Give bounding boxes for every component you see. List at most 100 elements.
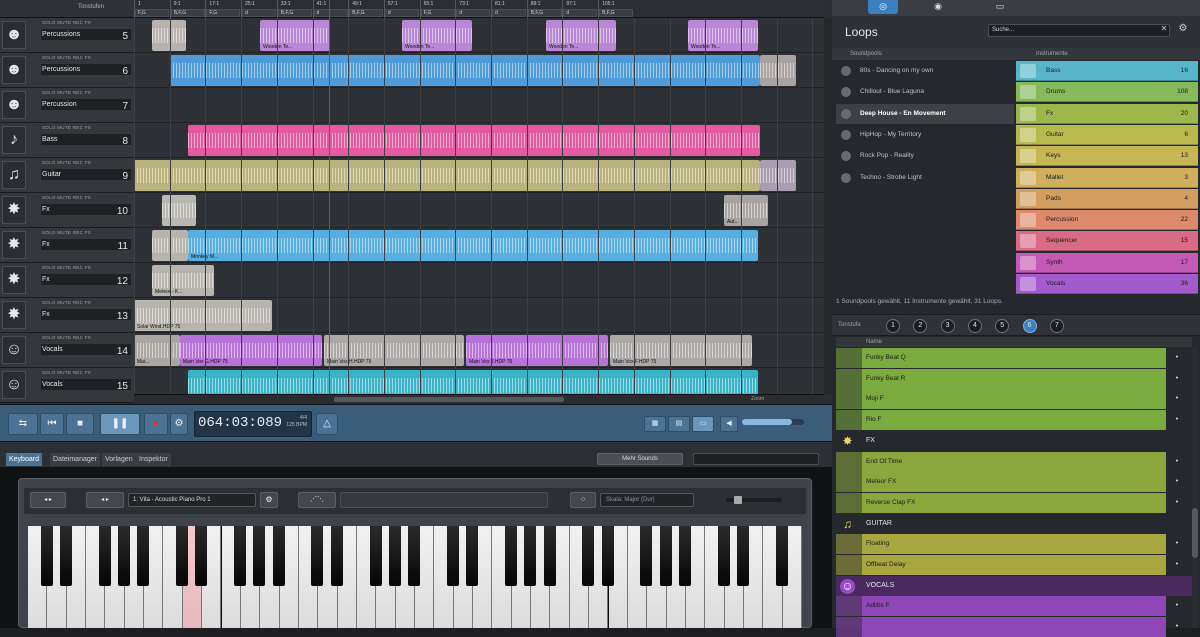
more-sounds-button[interactable]: Mehr Sounds bbox=[597, 453, 683, 465]
velocity-thumb[interactable] bbox=[734, 496, 742, 504]
ruler-bar[interactable]: 33:1 B,F,G bbox=[276, 0, 313, 18]
audio-clip[interactable] bbox=[162, 195, 196, 226]
track-controls[interactable]: SOLO MUTE REC FX bbox=[42, 300, 91, 305]
track-header[interactable]: ✸ SOLO MUTE REC FX Fx 13 bbox=[0, 298, 134, 333]
track-controls[interactable]: SOLO MUTE REC FX bbox=[42, 335, 91, 340]
name-column-header[interactable]: Name bbox=[836, 337, 1192, 347]
chord-label[interactable]: F,G bbox=[420, 9, 455, 17]
loop-dot-icon[interactable]: • bbox=[1170, 555, 1184, 575]
track-lane[interactable] bbox=[134, 88, 824, 123]
track-lane[interactable]: Meteor - K... bbox=[134, 263, 824, 298]
audio-clip[interactable]: Mai... bbox=[134, 335, 180, 366]
black-key[interactable] bbox=[408, 526, 421, 586]
arp-settings[interactable] bbox=[340, 492, 548, 508]
audio-clip[interactable]: Main Vox F.HDP 75 bbox=[610, 335, 752, 366]
loop-list-scrollbar[interactable] bbox=[1192, 348, 1198, 628]
loop-item[interactable]: Floating bbox=[862, 534, 1166, 555]
chord-label[interactable]: B,F,G bbox=[349, 9, 384, 17]
audio-clip[interactable] bbox=[188, 125, 760, 156]
soundpool-item[interactable]: 80s - Dancing on my own bbox=[836, 61, 1014, 81]
face-icon[interactable]: ☻ bbox=[2, 91, 26, 119]
horizontal-scrollbar[interactable]: Zoom bbox=[134, 394, 824, 404]
scroll-thumb[interactable] bbox=[1192, 508, 1198, 558]
loop-item[interactable]: Adlibs F bbox=[862, 596, 1166, 617]
loops-tab[interactable]: ◎ bbox=[868, 0, 898, 14]
loop-dot-icon[interactable]: • bbox=[1170, 596, 1184, 616]
loop-item[interactable]: Rio F bbox=[862, 410, 1166, 431]
tonstufe-button-6[interactable]: 6 bbox=[1022, 319, 1037, 333]
track-controls[interactable]: SOLO MUTE REC FX bbox=[42, 370, 91, 375]
audio-clip[interactable]: Aut... bbox=[724, 195, 768, 226]
scroll-thumb[interactable] bbox=[334, 397, 564, 402]
black-key[interactable] bbox=[679, 526, 692, 586]
chord-label[interactable]: d bbox=[456, 9, 491, 17]
chord-label[interactable]: F,G bbox=[135, 9, 169, 17]
loop-dot-icon[interactable]: • bbox=[1170, 472, 1184, 492]
audio-clip[interactable] bbox=[760, 55, 796, 86]
record-options-button[interactable]: ⚙ bbox=[170, 413, 188, 435]
instrument-mallet[interactable]: Mallet 3 bbox=[1016, 167, 1198, 188]
loop-dot-icon[interactable]: • bbox=[1170, 617, 1184, 637]
loop-dot-icon[interactable]: • bbox=[1170, 389, 1184, 409]
black-key[interactable] bbox=[737, 526, 750, 586]
audio-clip[interactable]: Wooden Te... bbox=[688, 20, 758, 51]
track-header[interactable]: ☻ SOLO MUTE REC FX Percussions 5 bbox=[0, 18, 134, 53]
instrument-fx[interactable]: Fx 20 bbox=[1016, 103, 1198, 124]
bass-guitar-icon[interactable]: ♪ bbox=[2, 126, 26, 154]
track-controls[interactable]: SOLO MUTE REC FX bbox=[42, 90, 91, 95]
audio-clip[interactable]: Wooden Te... bbox=[402, 20, 472, 51]
instrument-keys[interactable]: Keys 13 bbox=[1016, 146, 1198, 167]
track-lane[interactable] bbox=[134, 158, 824, 193]
loop-dot-icon[interactable]: • bbox=[1170, 452, 1184, 472]
loop-dot-icon[interactable]: • bbox=[1170, 534, 1184, 554]
loop-dot-icon[interactable]: • bbox=[1170, 493, 1184, 513]
ruler-bar[interactable]: 65:1 F,G bbox=[419, 0, 456, 18]
playhead[interactable] bbox=[329, 0, 330, 394]
loop-dot-icon[interactable]: • bbox=[1170, 348, 1184, 368]
track-lane[interactable]: Wooden Te... Wooden Te... Wooden Te... Wood… bbox=[134, 18, 824, 53]
track-controls[interactable]: SOLO MUTE REC FX bbox=[42, 230, 91, 235]
ruler-bar[interactable]: 9:1 B,F,G bbox=[169, 0, 206, 18]
track-controls[interactable]: SOLO MUTE REC FX bbox=[42, 55, 91, 60]
vertical-scrollbar[interactable] bbox=[824, 18, 832, 394]
view-grid-button[interactable]: ▦ bbox=[644, 416, 666, 432]
tonstufe-button-3[interactable]: 3 bbox=[940, 319, 955, 333]
chord-label[interactable]: B,F,G bbox=[170, 9, 205, 17]
black-key[interactable] bbox=[659, 526, 672, 586]
tonstufe-button-1[interactable]: 1 bbox=[886, 319, 900, 333]
loop-dot-icon[interactable]: • bbox=[1170, 369, 1184, 389]
black-key[interactable] bbox=[195, 526, 208, 586]
stop-button[interactable]: ■ bbox=[66, 413, 94, 435]
preset-nav-buttons[interactable]: ◂ ▸ bbox=[86, 492, 124, 508]
preset-select[interactable]: 1: Vita - Acoustic Piano Pro 1 bbox=[128, 493, 256, 507]
audio-clip[interactable]: Solar Wind.HDP 75 bbox=[134, 300, 272, 331]
files-tab[interactable]: ▭ bbox=[990, 0, 1010, 14]
tonstufe-button-2[interactable]: 2 bbox=[913, 319, 928, 333]
record-button[interactable]: ● bbox=[144, 413, 168, 435]
soundpool-item[interactable]: Rock Pop - Reality bbox=[836, 146, 1014, 166]
tab-keyboard[interactable]: Keyboard bbox=[6, 453, 42, 466]
instrument-synth[interactable]: Synth 17 bbox=[1016, 252, 1198, 273]
ruler-bar[interactable]: 25:1 d bbox=[241, 0, 277, 18]
loop-item[interactable]: Offbeat Delay bbox=[862, 555, 1166, 575]
instruments-tab[interactable]: ◉ bbox=[928, 0, 948, 14]
instrument-drums[interactable]: Drums 108 bbox=[1016, 82, 1198, 103]
black-key[interactable] bbox=[446, 526, 459, 586]
chord-label[interactable]: d bbox=[492, 9, 526, 17]
gear-icon[interactable]: ⚙ bbox=[1176, 23, 1190, 37]
sounds-search-input[interactable] bbox=[693, 453, 819, 465]
instrument-sequencer[interactable]: Sequencer 15 bbox=[1016, 231, 1198, 252]
chord-label[interactable]: B,F,G bbox=[527, 9, 562, 17]
clear-search-icon[interactable]: ✕ bbox=[1158, 24, 1170, 37]
preset-settings-button[interactable]: ⚙ bbox=[260, 492, 278, 508]
instrument-percussion[interactable]: Percussion 22 bbox=[1016, 210, 1198, 231]
audio-clip[interactable]: Main Vox G.HDP 75 bbox=[180, 335, 322, 366]
audio-clip[interactable] bbox=[134, 160, 760, 191]
track-header[interactable]: ✸ SOLO MUTE REC FX Fx 10 bbox=[0, 193, 134, 228]
ruler-bar[interactable]: 41:1 d bbox=[312, 0, 349, 18]
tab-inspektor[interactable]: Inspektor bbox=[136, 453, 171, 466]
black-key[interactable] bbox=[640, 526, 653, 586]
track-header[interactable]: ✸ SOLO MUTE REC FX Fx 11 bbox=[0, 228, 134, 263]
black-key[interactable] bbox=[98, 526, 111, 586]
track-header[interactable]: ☻ SOLO MUTE REC FX Percussion 7 bbox=[0, 88, 134, 123]
